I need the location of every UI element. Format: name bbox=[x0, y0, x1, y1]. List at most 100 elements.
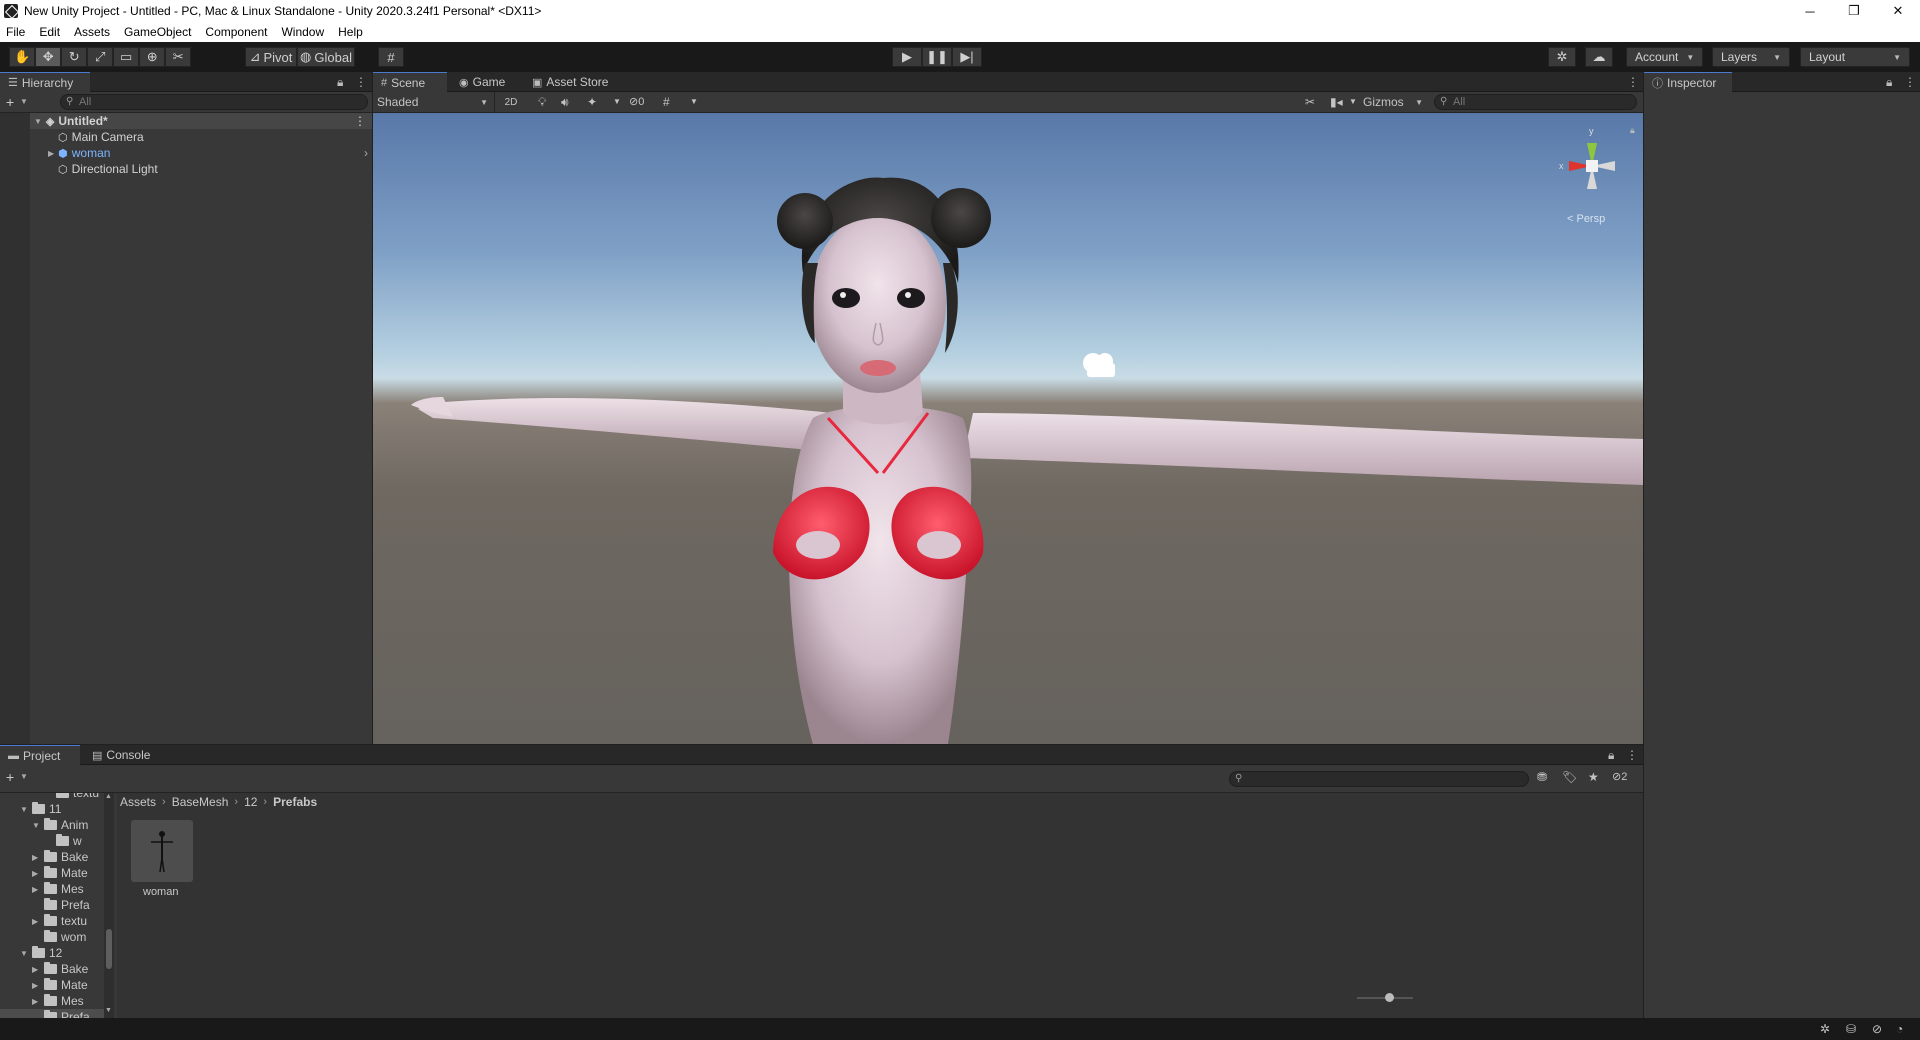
menu-window[interactable]: Window bbox=[281, 25, 324, 39]
minimize-button[interactable]: ─ bbox=[1788, 0, 1832, 22]
project-tree-item[interactable]: ▼ Anim bbox=[0, 817, 104, 833]
gizmos-dropdown[interactable]: Gizmos ▼ bbox=[1358, 92, 1428, 112]
close-button[interactable]: ✕ bbox=[1876, 0, 1920, 22]
tab-project[interactable]: ▬ Project bbox=[0, 745, 80, 765]
asset-thumbnail[interactable] bbox=[131, 820, 193, 882]
hierarchy-search-input[interactable]: ⚲ All bbox=[60, 94, 368, 110]
project-tree-item[interactable]: ▼ 12 bbox=[0, 945, 104, 961]
project-tree-item[interactable]: ▼ 11 bbox=[0, 801, 104, 817]
hierarchy-item-woman[interactable]: ▶ ⬢ woman › bbox=[48, 145, 372, 161]
projection-label[interactable]: < Persp bbox=[1567, 213, 1605, 225]
open-prefab-icon[interactable]: › bbox=[364, 146, 368, 160]
tab-game[interactable]: ◉ Game bbox=[451, 72, 521, 92]
expand-arrow-icon[interactable]: ▶ bbox=[48, 149, 54, 158]
tools-icon[interactable]: ✂ bbox=[1305, 95, 1315, 109]
project-tree-item[interactable]: textu bbox=[0, 793, 104, 801]
grid-dropdown-icon[interactable]: ▼ bbox=[690, 97, 698, 106]
panel-menu-icon[interactable]: ⋮ bbox=[1627, 75, 1639, 89]
add-dropdown-icon[interactable]: ▼ bbox=[20, 772, 28, 781]
panel-menu-icon[interactable]: ⋮ bbox=[1626, 748, 1638, 762]
thumbnail-size-slider-thumb[interactable] bbox=[1385, 993, 1394, 1002]
add-dropdown-icon[interactable]: ▼ bbox=[20, 97, 28, 106]
camera-dropdown-icon[interactable]: ▼ bbox=[1349, 97, 1357, 106]
menu-file[interactable]: File bbox=[6, 25, 25, 39]
hidden-packages-icon[interactable]: ⊘2 bbox=[1612, 770, 1627, 783]
project-tree-item[interactable]: wom bbox=[0, 929, 104, 945]
transform-tool-icon[interactable]: ⊕ bbox=[139, 47, 166, 67]
expand-arrow-icon[interactable]: ▶ bbox=[32, 885, 44, 894]
database-icon[interactable]: ⛁ bbox=[1846, 1022, 1856, 1036]
panel-menu-icon[interactable]: ⋮ bbox=[355, 75, 367, 89]
scene-search-input[interactable]: ⚲ All bbox=[1434, 94, 1637, 110]
lock-icon[interactable]: 🔒︎ bbox=[1608, 748, 1614, 763]
pivot-toggle[interactable]: ⊿ Pivot bbox=[245, 47, 297, 67]
scene-row[interactable]: ▼ ◈ Untitled* ⋮ bbox=[30, 113, 372, 129]
project-tree-item[interactable]: ▶ Mate bbox=[0, 977, 104, 993]
add-icon[interactable]: + bbox=[6, 769, 14, 785]
rotate-tool-icon[interactable]: ↻ bbox=[61, 47, 88, 67]
tree-scrollbar-thumb[interactable] bbox=[106, 929, 112, 969]
project-tree-item[interactable]: w bbox=[0, 833, 104, 849]
draw-mode-dropdown[interactable]: Shaded ▼ bbox=[373, 92, 495, 112]
toggle-2d-button[interactable]: 2D bbox=[499, 94, 523, 110]
layers-dropdown[interactable]: Layers ▼ bbox=[1712, 47, 1790, 67]
hierarchy-item-main-camera[interactable]: ⬡ Main Camera bbox=[58, 129, 400, 145]
project-tree-item[interactable]: Prefa bbox=[0, 1009, 104, 1018]
tab-console[interactable]: ▤ Console bbox=[84, 745, 164, 765]
panel-menu-icon[interactable]: ⋮ bbox=[1904, 75, 1916, 89]
tab-inspector[interactable]: ⓘ Inspector bbox=[1644, 72, 1732, 92]
project-tree-item[interactable]: ▶ Bake bbox=[0, 961, 104, 977]
collab-icon[interactable]: ✲ bbox=[1548, 47, 1576, 67]
expand-arrow-icon[interactable]: ▶ bbox=[32, 917, 44, 926]
filter-label-icon[interactable]: 🏷︎ bbox=[1562, 770, 1577, 784]
expand-arrow-icon[interactable]: ▼ bbox=[32, 821, 44, 830]
scale-tool-icon[interactable]: ⤢ bbox=[87, 47, 114, 67]
rect-tool-icon[interactable]: ▭ bbox=[113, 47, 140, 67]
pause-button[interactable]: ❚❚ bbox=[922, 47, 952, 67]
debug-icon[interactable]: ⊘ bbox=[1872, 1022, 1882, 1036]
tab-asset-store[interactable]: ▣ Asset Store bbox=[524, 72, 624, 92]
asset-label[interactable]: woman bbox=[143, 886, 178, 898]
maximize-button[interactable]: ❐ bbox=[1832, 0, 1876, 22]
expand-arrow-icon[interactable]: ▶ bbox=[32, 981, 44, 990]
project-tree-item[interactable]: ▶ Mes bbox=[0, 993, 104, 1009]
menu-assets[interactable]: Assets bbox=[74, 25, 110, 39]
menu-component[interactable]: Component bbox=[205, 25, 267, 39]
move-tool-icon[interactable]: ✥ bbox=[35, 47, 62, 67]
layout-dropdown[interactable]: Layout ▼ bbox=[1800, 47, 1910, 67]
scene-viewport[interactable]: y x 🔒︎ < Persp bbox=[373, 113, 1643, 744]
expand-arrow-icon[interactable]: ▼ bbox=[34, 117, 42, 126]
project-tree-item[interactable]: ▶ Bake bbox=[0, 849, 104, 865]
breadcrumb-12[interactable]: 12 bbox=[244, 795, 257, 809]
project-tree-item[interactable]: ▶ Mate bbox=[0, 865, 104, 881]
expand-arrow-icon[interactable]: ▶ bbox=[32, 853, 44, 862]
menu-edit[interactable]: Edit bbox=[39, 25, 60, 39]
custom-tool-icon[interactable]: ✂ bbox=[165, 47, 192, 67]
filter-type-icon[interactable]: ⛃ bbox=[1537, 770, 1547, 784]
expand-arrow-icon[interactable]: ▶ bbox=[32, 869, 44, 878]
thumbnail-size-slider[interactable] bbox=[1357, 993, 1413, 1002]
project-tree-item[interactable]: ▶ textu bbox=[0, 913, 104, 929]
progress-icon[interactable]: ◔ bbox=[1896, 1022, 1903, 1036]
breadcrumb-assets[interactable]: Assets bbox=[120, 795, 156, 809]
audio-icon[interactable]: 🔊︎ bbox=[561, 95, 569, 110]
favorite-icon[interactable]: ★ bbox=[1588, 770, 1599, 784]
step-button[interactable]: ▶| bbox=[952, 47, 982, 67]
scene-orientation-gizmo[interactable]: y x 🔒︎ bbox=[1547, 121, 1637, 211]
expand-arrow-icon[interactable]: ▼ bbox=[20, 805, 32, 814]
effects-dropdown-icon[interactable]: ▼ bbox=[613, 97, 621, 106]
grid-snap-icon[interactable]: # bbox=[378, 47, 404, 67]
character-render[interactable] bbox=[373, 113, 1643, 744]
hidden-objects-icon[interactable]: ⊘0 bbox=[629, 95, 644, 108]
bug-icon[interactable]: ✲ bbox=[1820, 1022, 1830, 1036]
effects-icon[interactable]: ✦ bbox=[587, 95, 597, 109]
scroll-down-icon[interactable]: ▼ bbox=[105, 1007, 112, 1014]
add-icon[interactable]: + bbox=[6, 94, 14, 110]
scene-menu-icon[interactable]: ⋮ bbox=[354, 114, 366, 128]
expand-arrow-icon[interactable]: ▶ bbox=[32, 997, 44, 1006]
project-search-input[interactable]: ⚲ bbox=[1229, 771, 1529, 787]
scroll-up-icon[interactable]: ▲ bbox=[105, 793, 112, 800]
play-button[interactable]: ▶ bbox=[892, 47, 922, 67]
project-tree-item[interactable]: Prefa bbox=[0, 897, 104, 913]
expand-arrow-icon[interactable]: ▼ bbox=[20, 949, 32, 958]
